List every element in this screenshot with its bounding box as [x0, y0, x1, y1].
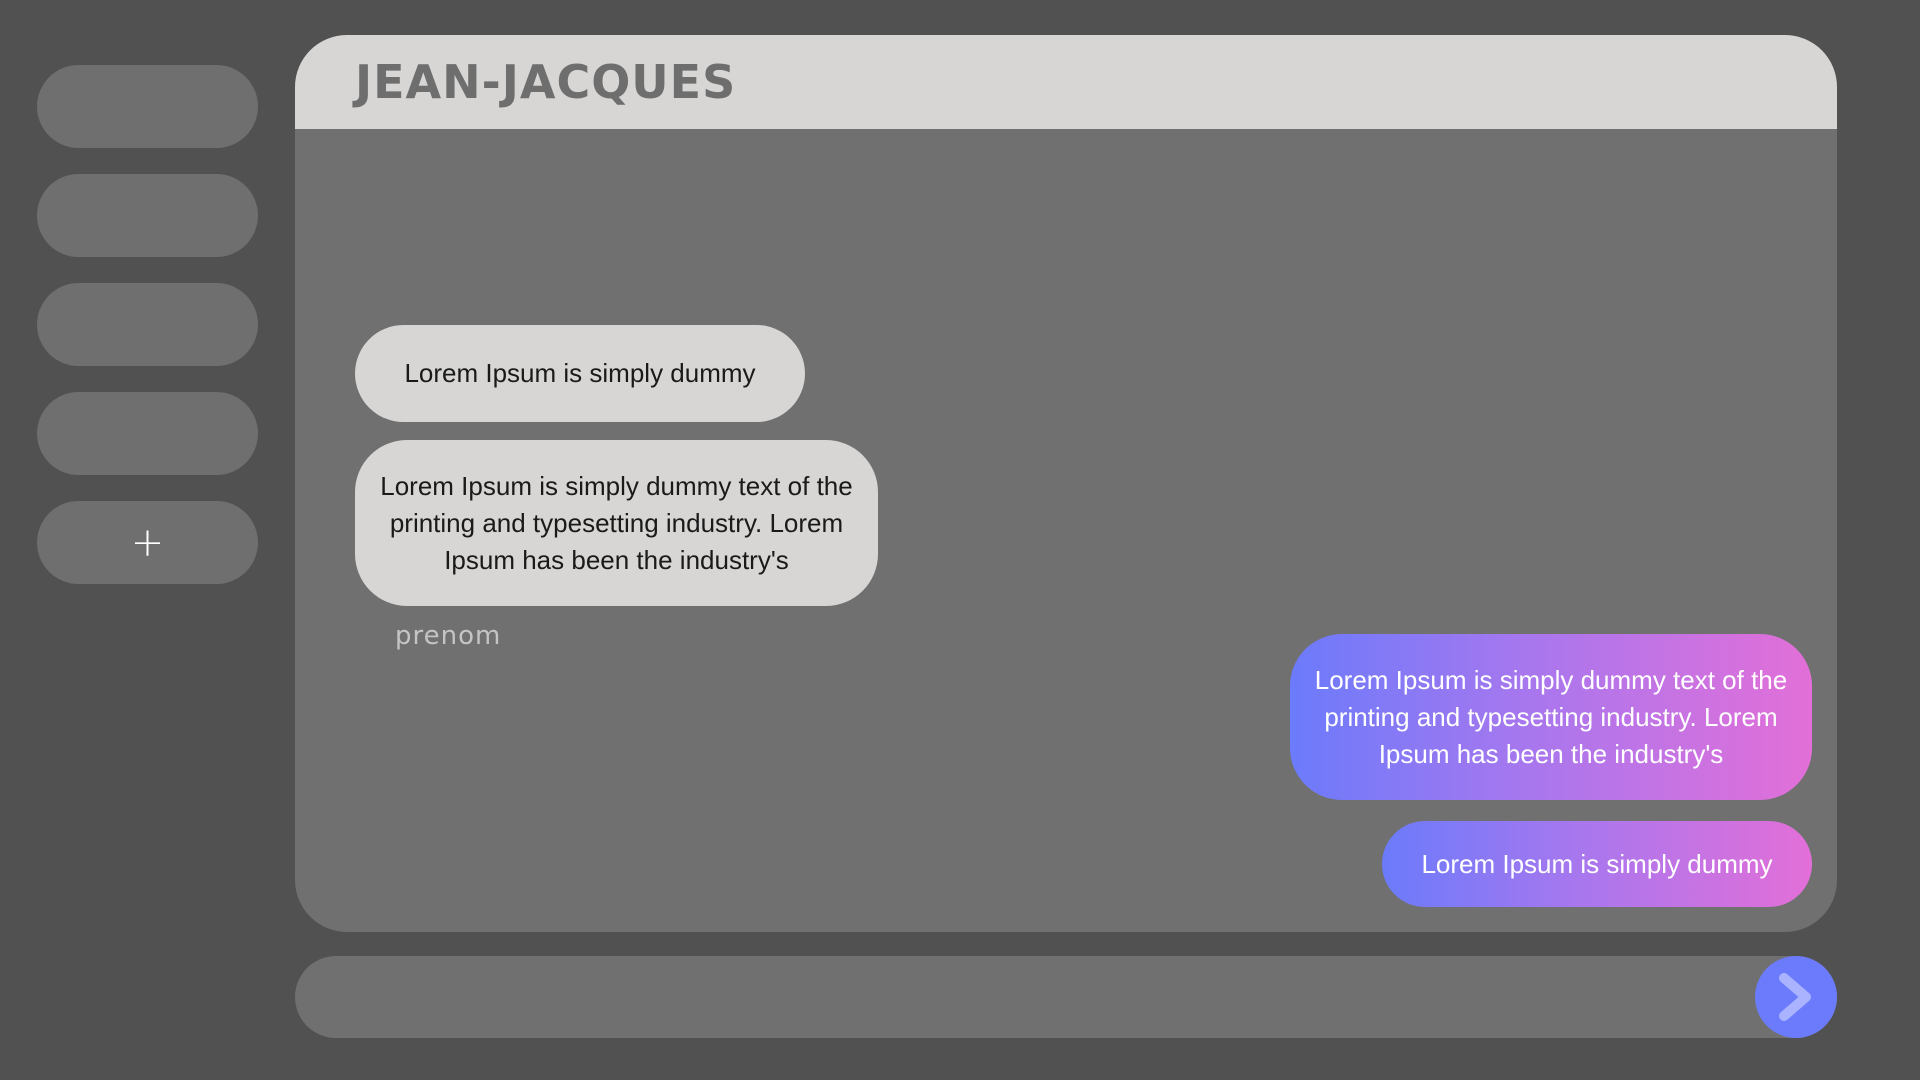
message-input[interactable]	[335, 956, 1719, 1040]
sidebar-item-4[interactable]	[37, 392, 258, 475]
add-conversation-button[interactable]: +	[37, 501, 258, 584]
sidebar: +	[37, 65, 258, 610]
sender-label: prenom	[395, 621, 502, 651]
plus-icon: +	[130, 519, 165, 566]
sidebar-item-2[interactable]	[37, 174, 258, 257]
chevron-right-icon	[1779, 973, 1811, 1021]
chat-panel: JEAN-JACQUES Lorem Ipsum is simply dummy…	[295, 35, 1837, 932]
sidebar-item-3[interactable]	[37, 283, 258, 366]
message-text: Lorem Ipsum is simply dummy text of the …	[1314, 664, 1788, 769]
message-text: Lorem Ipsum is simply dummy text of the …	[380, 470, 853, 575]
sidebar-item-1[interactable]	[37, 65, 258, 148]
message-bubble-sent: Lorem Ipsum is simply dummy text of the …	[1290, 634, 1812, 800]
message-bubble-received: Lorem Ipsum is simply dummy text of the …	[355, 440, 878, 606]
message-bubble-received: Lorem Ipsum is simply dummy	[355, 325, 805, 422]
contact-name: JEAN-JACQUES	[355, 55, 737, 109]
message-text: Lorem Ipsum is simply dummy	[404, 358, 756, 388]
message-text: Lorem Ipsum is simply dummy	[1421, 848, 1773, 879]
chat-header: JEAN-JACQUES	[295, 35, 1837, 129]
message-composer	[295, 956, 1837, 1040]
send-button[interactable]	[1755, 956, 1837, 1038]
message-bubble-sent: Lorem Ipsum is simply dummy	[1382, 821, 1812, 907]
